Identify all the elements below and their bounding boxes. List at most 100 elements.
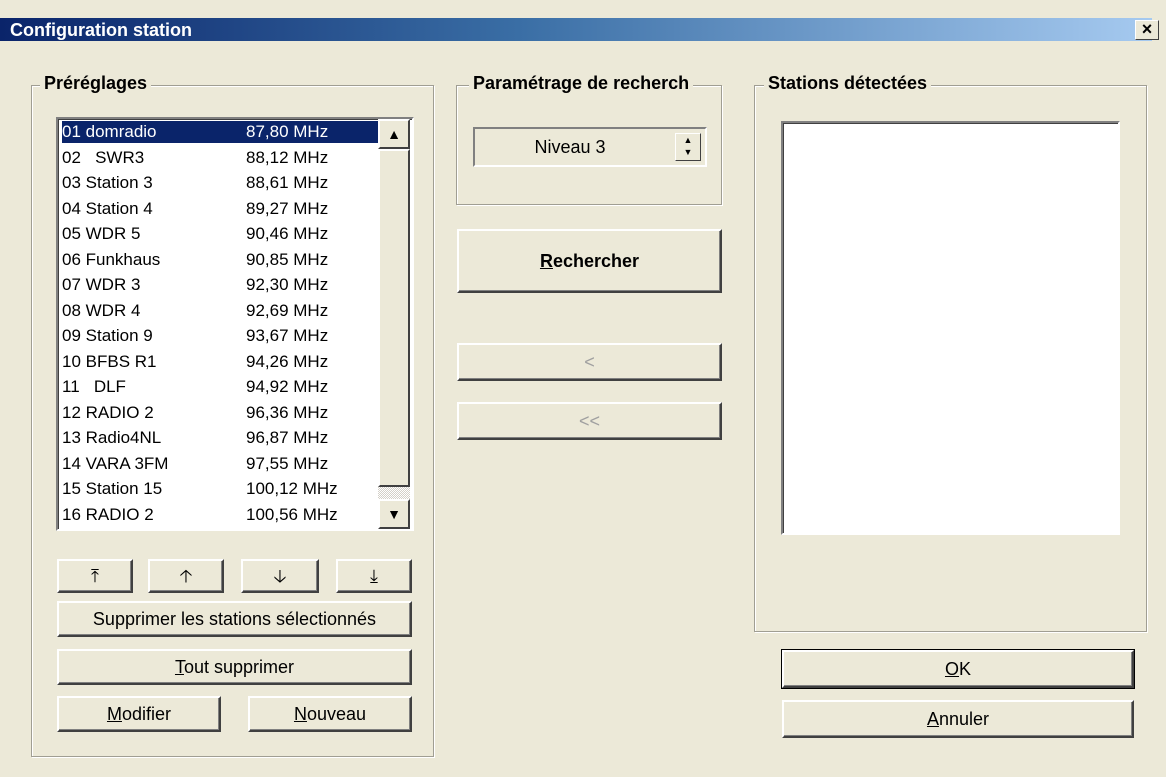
preset-row[interactable]: 09 Station 9 93,67 MHz: [62, 325, 384, 347]
preset-frequency: 97,55 MHz: [246, 453, 329, 473]
preset-frequency: 100,12 MHz: [246, 479, 338, 498]
ok-accel: O: [944, 659, 959, 679]
close-button[interactable]: ×: [1135, 20, 1159, 40]
preset-frequency: 90,46 MHz: [246, 224, 329, 243]
close-icon: ×: [1141, 19, 1153, 39]
preset-name: 07 WDR 3: [62, 275, 141, 294]
preset-frequency: 100,56 MHz: [246, 504, 338, 524]
spin-up-icon[interactable]: ▲: [676, 134, 700, 146]
preset-row[interactable]: 06 Funkhaus 90,85 MHz: [62, 249, 384, 271]
move-top-button[interactable]: ⤒: [57, 559, 133, 593]
detected-list[interactable]: [781, 121, 1120, 535]
preset-row[interactable]: 16 RADIO 2 100,56 MHz: [62, 504, 384, 526]
search-label: echercher: [552, 251, 640, 271]
move-bottom-button[interactable]: ⤓: [336, 559, 412, 593]
window-title: Configuration station: [10, 20, 192, 40]
preset-frequency: 96,87 MHz: [246, 428, 329, 447]
delete-selected-label: Supprimer les stations sélectionnés: [92, 609, 377, 629]
preset-name: 15 Station 15: [62, 479, 163, 498]
scroll-down-button[interactable]: ▼: [378, 499, 410, 529]
preset-name: 16 RADIO 2: [62, 504, 154, 524]
preset-name: 08 WDR 4: [62, 300, 141, 320]
detected-legend: Stations détectées: [764, 73, 932, 94]
transfer-one-button[interactable]: <: [457, 343, 722, 381]
preset-frequency: 90,85 MHz: [246, 249, 329, 269]
preset-frequency: 96,36 MHz: [246, 402, 329, 422]
arrow-down-icon: 🡣: [273, 566, 287, 586]
preset-row[interactable]: 01 domradio 87,80 MHz: [62, 121, 384, 143]
search-accel: R: [539, 251, 553, 271]
preset-row[interactable]: 13 Radio4NL 96,87 MHz: [62, 427, 384, 449]
presets-scrollbar[interactable]: ▲ ▼: [378, 119, 410, 529]
delete-selected-button[interactable]: Supprimer les stations sélectionnés: [57, 601, 412, 637]
preset-row[interactable]: 11 DLF 94,92 MHz: [62, 376, 384, 398]
preset-name: 14 VARA 3FM: [62, 453, 169, 473]
preset-row[interactable]: 15 Station 15 100,12 MHz: [62, 478, 384, 500]
preset-frequency: 92,30 MHz: [246, 275, 329, 294]
new-accel: N: [293, 704, 307, 724]
arrow-up-icon: 🡡: [179, 566, 193, 586]
search-settings-legend: Paramétrage de recherch: [469, 73, 694, 94]
preset-name: 09 Station 9: [62, 326, 153, 345]
preset-name: 13 Radio4NL: [62, 428, 162, 447]
preset-name: 01 domradio: [62, 122, 157, 141]
preset-frequency: 88,61 MHz: [246, 173, 329, 192]
arrow-to-bottom-icon: ⤓: [370, 566, 378, 586]
modify-button[interactable]: Modifier: [57, 696, 221, 732]
level-value: Niveau 3: [534, 137, 606, 157]
transfer-all-button[interactable]: <<: [457, 402, 722, 440]
preset-name: 06 Funkhaus: [62, 249, 161, 269]
preset-row[interactable]: 04 Station 4 89,27 MHz: [62, 198, 384, 220]
preset-row[interactable]: 14 VARA 3FM 97,55 MHz: [62, 453, 384, 475]
preset-name: 12 RADIO 2: [62, 402, 154, 422]
preset-row[interactable]: 10 BFBS R1 94,26 MHz: [62, 351, 384, 373]
new-label: ouveau: [306, 704, 367, 724]
preset-row[interactable]: 05 WDR 5 90,46 MHz: [62, 223, 384, 245]
preset-name: 02 SWR3: [62, 147, 145, 167]
preset-frequency: 92,69 MHz: [246, 300, 329, 320]
preset-frequency: 94,92 MHz: [246, 377, 329, 396]
move-up-button[interactable]: 🡡: [148, 559, 224, 593]
modify-label: odifier: [121, 704, 172, 724]
preset-name: 10 BFBS R1: [62, 351, 157, 371]
scroll-thumb[interactable]: [378, 149, 410, 487]
preset-frequency: 88,12 MHz: [246, 147, 329, 167]
spin-arrows[interactable]: ▲ ▼: [675, 133, 701, 161]
arrow-to-top-icon: ⤒: [91, 566, 99, 586]
presets-legend: Préréglages: [40, 73, 152, 94]
delete-all-label: out supprimer: [183, 657, 295, 677]
preset-name: 11 DLF: [62, 377, 126, 396]
cancel-button[interactable]: Annuler: [782, 700, 1134, 738]
ok-button[interactable]: OK: [781, 649, 1135, 689]
new-button[interactable]: Nouveau: [248, 696, 412, 732]
preset-name: 05 WDR 5: [62, 224, 141, 243]
preset-frequency: 94,26 MHz: [246, 351, 329, 371]
level-spinner[interactable]: Niveau 3 ▲ ▼: [473, 127, 707, 167]
ok-label: K: [959, 659, 972, 679]
delete-all-button[interactable]: Tout supprimer: [57, 649, 412, 685]
triangle-up-icon: ▲: [387, 126, 401, 142]
preset-row[interactable]: 03 Station 3 88,61 MHz: [62, 172, 384, 194]
modify-accel: M: [106, 704, 122, 724]
move-down-button[interactable]: 🡣: [241, 559, 319, 593]
preset-row[interactable]: 02 SWR3 88,12 MHz: [62, 147, 384, 169]
preset-frequency: 87,80 MHz: [246, 122, 329, 141]
preset-row[interactable]: 07 WDR 3 92,30 MHz: [62, 274, 384, 296]
preset-frequency: 93,67 MHz: [246, 326, 329, 345]
spin-down-icon[interactable]: ▼: [676, 146, 700, 158]
cancel-accel: A: [926, 709, 939, 729]
preset-name: 03 Station 3: [62, 173, 153, 192]
presets-list[interactable]: 01 domradio 87,80 MHz 02 SWR3 88,12 MHz 03 S…: [56, 117, 414, 531]
transfer-one-label: <: [584, 352, 595, 372]
delete-all-accel: T: [174, 657, 184, 677]
triangle-down-icon: ▼: [387, 506, 401, 522]
preset-frequency: 89,27 MHz: [246, 198, 329, 218]
preset-name: 04 Station 4: [62, 198, 153, 218]
title-bar: Configuration station ×: [0, 0, 1166, 44]
cancel-label: nnuler: [938, 709, 990, 729]
transfer-all-label: <<: [578, 411, 601, 431]
preset-row[interactable]: 08 WDR 4 92,69 MHz: [62, 300, 384, 322]
search-button[interactable]: Rechercher: [457, 229, 722, 293]
scroll-up-button[interactable]: ▲: [378, 119, 410, 149]
preset-row[interactable]: 12 RADIO 2 96,36 MHz: [62, 402, 384, 424]
